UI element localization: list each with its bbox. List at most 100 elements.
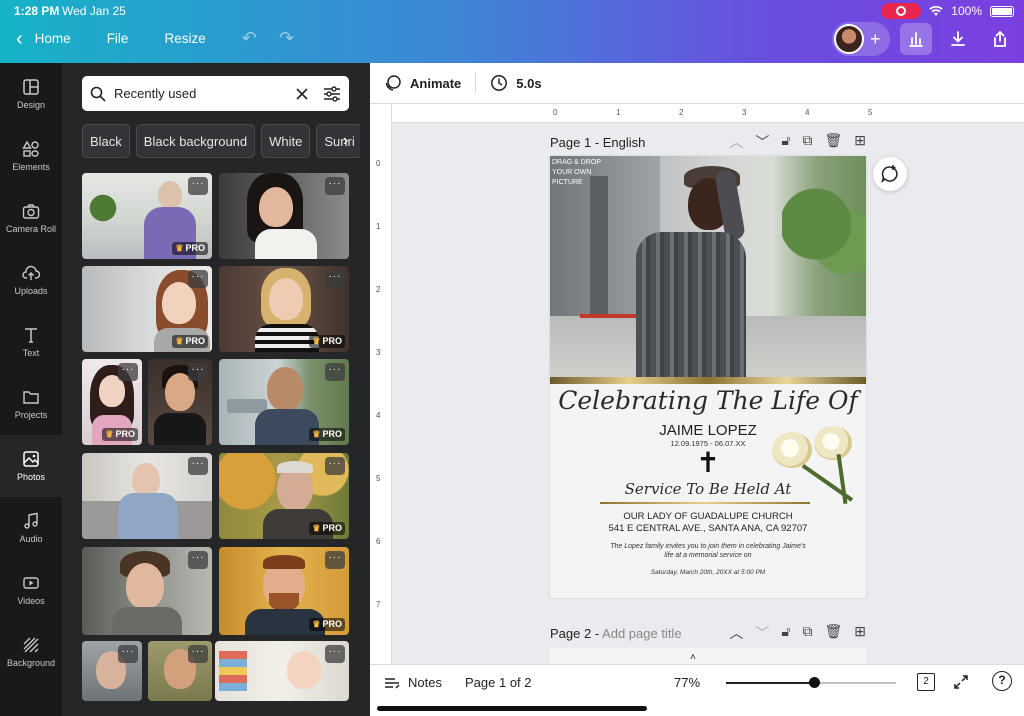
invite-text-line-2[interactable]: life at a memorial service on xyxy=(570,552,846,559)
rail-text[interactable]: Text xyxy=(0,311,62,373)
undo-icon[interactable]: ↶ xyxy=(242,28,257,49)
photo-thumbnail[interactable]: ··· ♛ PRO xyxy=(82,359,142,445)
headline-text[interactable]: Celebrating The Life Of xyxy=(550,386,866,415)
add-comment-button[interactable] xyxy=(873,157,907,191)
fullscreen-icon[interactable] xyxy=(953,674,969,690)
move-page-up-icon[interactable]: ︿ xyxy=(729,623,743,643)
clear-search-icon[interactable] xyxy=(295,87,309,101)
person-body xyxy=(636,232,746,378)
rail-photos[interactable]: Photos xyxy=(0,435,62,497)
datetime-text[interactable]: Saturday, March 20th, 20XX at 5:00 PM xyxy=(570,569,846,576)
move-page-up-icon[interactable]: ︿ xyxy=(729,132,743,152)
page-title[interactable]: Page 1 - English xyxy=(550,135,729,150)
delete-page-icon[interactable]: 🗑︎ xyxy=(824,623,842,643)
rail-audio[interactable]: Audio xyxy=(0,497,62,559)
more-options-icon[interactable]: ··· xyxy=(325,457,345,475)
move-page-down-icon[interactable]: ﹀ xyxy=(755,132,769,152)
file-menu-button[interactable]: File xyxy=(107,31,129,46)
service-text[interactable]: Service To Be Held At xyxy=(590,480,826,498)
add-page-icon[interactable]: ⊞ xyxy=(854,132,866,152)
photo-thumbnail[interactable]: ··· ♛ PRO xyxy=(82,173,212,259)
rail-background[interactable]: Background xyxy=(0,621,62,683)
lock-page-icon[interactable]: 🔓︎ xyxy=(781,132,790,152)
page-2-title-placeholder[interactable]: Add page title xyxy=(602,626,682,641)
photo-thumbnail[interactable]: ··· ♛ PRO xyxy=(219,453,349,539)
address-text[interactable]: 541 E CENTRAL AVE., SANTA ANA, CA 92707 xyxy=(570,523,846,534)
more-options-icon[interactable]: ··· xyxy=(325,645,345,663)
zoom-slider[interactable] xyxy=(726,677,896,688)
photo-thumbnail[interactable]: ··· ♛ PRO xyxy=(219,359,349,445)
zoom-slider-handle[interactable] xyxy=(809,677,821,688)
add-page-icon[interactable]: ⊞ xyxy=(854,623,866,643)
photo-thumbnail[interactable]: ··· xyxy=(148,359,212,445)
photo-thumbnail[interactable]: ··· ♛ PRO xyxy=(82,266,212,352)
chip-black-background[interactable]: Black background xyxy=(135,124,256,158)
more-options-icon[interactable]: ··· xyxy=(188,551,208,569)
zoom-percent[interactable]: 77% xyxy=(674,675,700,690)
screen-recording-icon[interactable] xyxy=(881,3,922,19)
rail-design[interactable]: Design xyxy=(0,63,62,125)
lock-page-icon[interactable]: 🔓︎ xyxy=(781,623,790,643)
more-options-icon[interactable]: ··· xyxy=(188,645,208,663)
delete-page-icon[interactable]: 🗑︎ xyxy=(824,132,842,152)
rail-uploads[interactable]: Uploads xyxy=(0,249,62,311)
more-options-icon[interactable]: ··· xyxy=(325,177,345,195)
photo-thumbnail[interactable]: ··· xyxy=(82,547,212,635)
chip-black[interactable]: Black xyxy=(82,124,130,158)
duplicate-page-icon[interactable]: ⧉ xyxy=(802,132,812,152)
more-options-icon[interactable]: ··· xyxy=(325,363,345,381)
photo-thumbnail[interactable]: ··· xyxy=(219,173,349,259)
chip-white[interactable]: White xyxy=(261,124,311,158)
animate-button[interactable]: Animate xyxy=(384,74,461,92)
more-options-icon[interactable]: ··· xyxy=(118,645,138,663)
duplicate-page-icon[interactable]: ⧉ xyxy=(802,623,812,643)
more-options-icon[interactable]: ··· xyxy=(325,551,345,569)
share-icon[interactable] xyxy=(984,23,1016,55)
back-chevron-icon[interactable]: ‹ xyxy=(16,29,23,49)
more-options-icon[interactable]: ··· xyxy=(188,363,208,381)
more-options-icon[interactable]: ··· xyxy=(188,177,208,195)
expand-pages-chevron-icon[interactable]: ˄ xyxy=(690,652,696,663)
rail-videos[interactable]: Videos xyxy=(0,559,62,621)
move-page-down-icon[interactable]: ﹀ xyxy=(755,623,769,643)
more-options-icon[interactable]: ··· xyxy=(188,270,208,288)
duration-button[interactable]: 5.0s xyxy=(490,74,542,92)
invite-text-line-1[interactable]: The Lopez family invites you to join the… xyxy=(570,543,846,550)
rail-elements[interactable]: Elements xyxy=(0,125,62,187)
more-options-icon[interactable]: ··· xyxy=(188,457,208,475)
more-options-icon[interactable]: ··· xyxy=(118,363,138,381)
comment-plus-icon xyxy=(881,165,898,184)
share-people-button[interactable]: + xyxy=(832,22,890,56)
search-input[interactable] xyxy=(114,86,295,101)
redo-icon[interactable]: ↷ xyxy=(279,28,294,49)
chips-next-chevron-icon[interactable]: › xyxy=(343,132,348,150)
cross-icon[interactable]: ✝ xyxy=(691,446,725,480)
photo-thumbnail[interactable]: ··· ♛ PRO xyxy=(219,266,349,352)
help-icon[interactable]: ? xyxy=(992,671,1012,691)
add-person-icon[interactable]: + xyxy=(870,29,881,50)
search-box[interactable] xyxy=(82,76,349,111)
rail-projects[interactable]: Projects xyxy=(0,373,62,435)
home-button[interactable]: Home xyxy=(35,31,71,46)
photo-thumbnail[interactable]: ··· ♛ PRO xyxy=(219,547,349,635)
page-grid-view-icon[interactable]: 2 xyxy=(917,673,935,691)
resize-button[interactable]: Resize xyxy=(164,31,205,46)
filter-sliders-icon[interactable] xyxy=(323,85,341,102)
photo-thumbnail[interactable]: ··· xyxy=(82,641,142,701)
page-count[interactable]: Page 1 of 2 xyxy=(465,675,532,690)
photo-placeholder[interactable]: DRAG & DROP YOUR OWN PICTURE xyxy=(550,156,866,378)
design-page-2[interactable] xyxy=(550,648,866,664)
page-2-title[interactable]: Page 2 - Add page title xyxy=(550,626,729,641)
photo-thumbnail[interactable]: ··· xyxy=(215,641,349,701)
insights-chart-icon[interactable] xyxy=(900,23,932,55)
download-icon[interactable] xyxy=(942,23,974,55)
photo-thumbnail[interactable]: ··· xyxy=(82,453,212,539)
avatar[interactable] xyxy=(834,24,864,54)
notes-button[interactable]: Notes xyxy=(384,675,442,690)
photo-thumbnail[interactable]: ··· xyxy=(148,641,212,701)
more-options-icon[interactable]: ··· xyxy=(325,270,345,288)
chip-sunrise[interactable]: Sunri xyxy=(316,124,360,158)
rail-camera-roll[interactable]: Camera Roll xyxy=(0,187,62,249)
venue-text[interactable]: OUR LADY OF GUADALUPE CHURCH xyxy=(570,511,846,522)
design-page[interactable]: DRAG & DROP YOUR OWN PICTURE Celebrating… xyxy=(550,156,866,598)
